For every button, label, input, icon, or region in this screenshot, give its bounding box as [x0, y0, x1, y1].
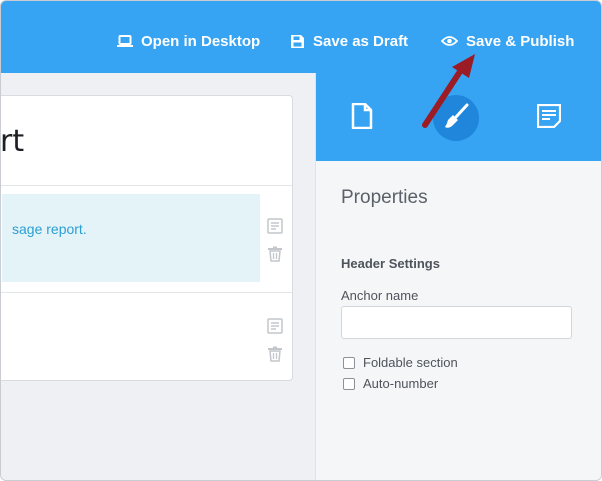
document-card: rt sage report.	[1, 95, 293, 381]
eye-icon	[441, 35, 458, 47]
tab-page[interactable]	[339, 95, 385, 141]
trash-icon[interactable]	[267, 246, 285, 264]
laptop-icon	[117, 34, 133, 48]
document-heading-text: rt	[2, 124, 25, 159]
tab-properties[interactable]	[526, 95, 572, 141]
anchor-name-label: Anchor name	[341, 288, 419, 303]
block-settings-icon[interactable]	[267, 318, 285, 336]
foldable-section-label: Foldable section	[363, 355, 458, 370]
save-as-draft-label: Save as Draft	[313, 32, 409, 50]
app-window: Open in Desktop Save as Draft Save & Pub…	[0, 0, 602, 481]
open-in-desktop-button[interactable]: Open in Desktop	[117, 30, 260, 52]
block-text: sage report.	[12, 221, 87, 237]
divider	[1, 292, 292, 293]
save-and-publish-button[interactable]: Save & Publish	[441, 30, 574, 52]
panel-tab-bar	[316, 73, 601, 161]
block-settings-icon[interactable]	[267, 218, 285, 236]
anchor-name-input[interactable]	[341, 306, 572, 339]
selected-text-block[interactable]: sage report.	[2, 194, 260, 282]
checkbox-box[interactable]	[343, 356, 355, 369]
text-block[interactable]	[2, 301, 260, 371]
open-in-desktop-label: Open in Desktop	[141, 32, 261, 50]
document-canvas: rt sage report.	[1, 73, 315, 480]
panel-title: Properties	[341, 187, 428, 208]
notes-icon	[536, 103, 562, 133]
block-tools	[267, 218, 285, 274]
trash-icon[interactable]	[267, 346, 285, 364]
divider	[1, 185, 292, 186]
checkbox-box[interactable]	[343, 377, 355, 390]
tab-style[interactable]	[433, 95, 479, 141]
block-tools	[267, 318, 285, 374]
header-settings-title: Header Settings	[341, 256, 440, 271]
top-toolbar: Open in Desktop Save as Draft Save & Pub…	[1, 1, 601, 73]
save-and-publish-label: Save & Publish	[466, 32, 575, 50]
document-icon	[351, 102, 373, 134]
auto-number-checkbox[interactable]: Auto-number	[343, 376, 438, 391]
save-icon	[290, 34, 305, 49]
auto-number-label: Auto-number	[363, 376, 439, 391]
save-as-draft-button[interactable]: Save as Draft	[290, 30, 408, 52]
document-heading[interactable]: rt	[2, 124, 282, 159]
properties-panel: Properties Header Settings Anchor name F…	[315, 73, 601, 480]
foldable-section-checkbox[interactable]: Foldable section	[343, 355, 458, 370]
paintbrush-icon	[443, 103, 469, 134]
